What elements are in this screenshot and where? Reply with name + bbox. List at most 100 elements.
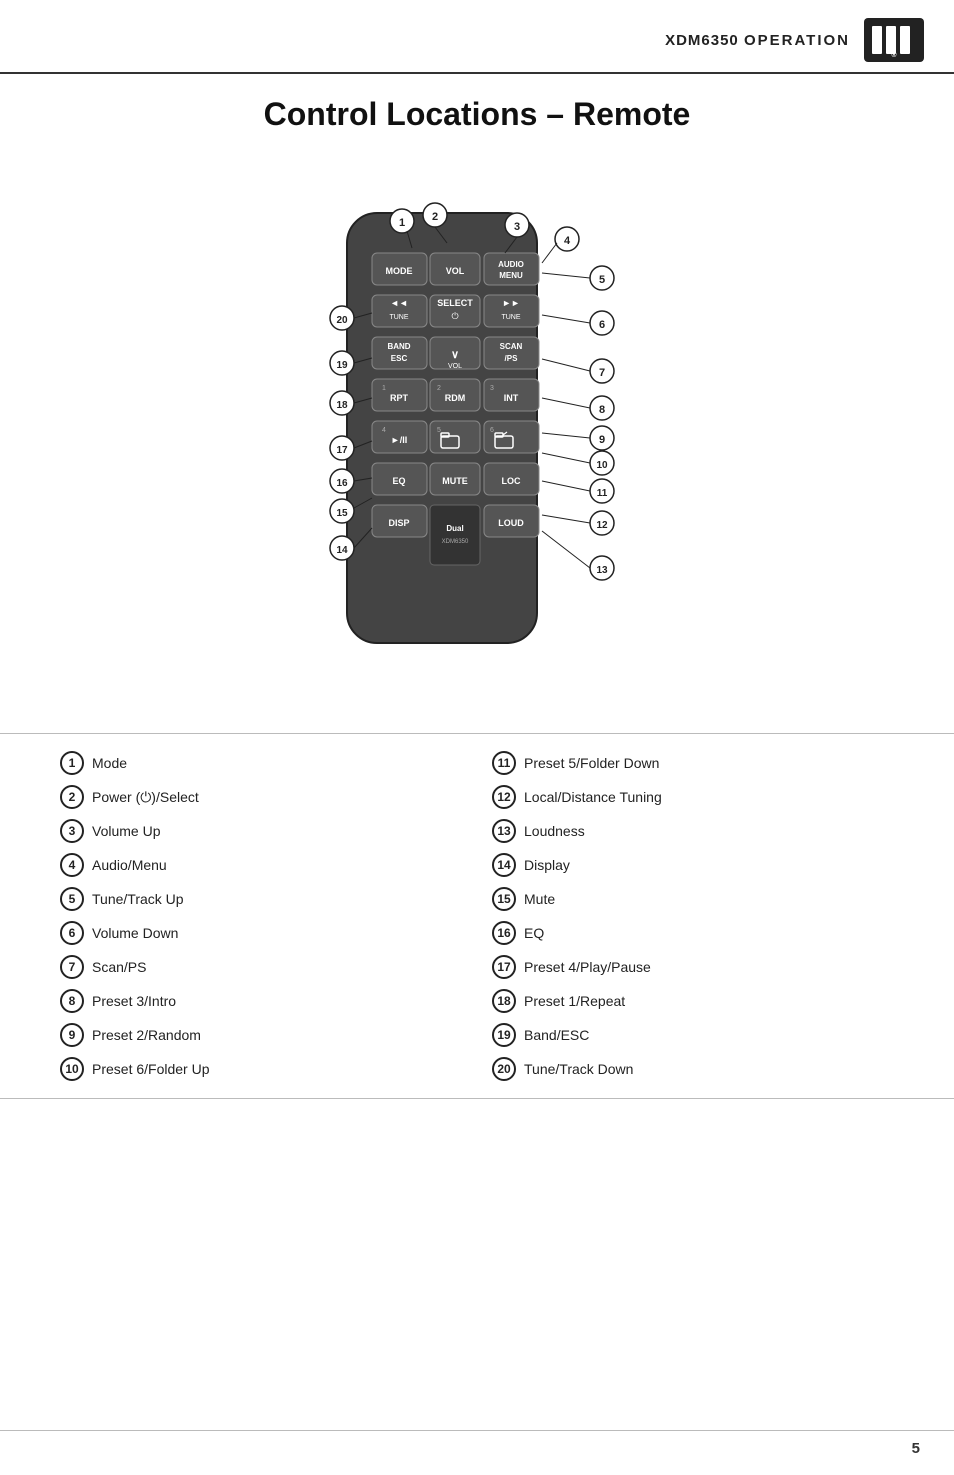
section-name: OPERATION [744, 32, 850, 49]
svg-text:/PS: /PS [505, 354, 519, 363]
svg-text:LOUD: LOUD [498, 518, 524, 528]
svg-text:5: 5 [599, 274, 605, 286]
legend-item: 2Power (⏻)/Select [60, 782, 462, 812]
legend-item: 20 Tune/Track Down [492, 1054, 894, 1084]
svg-text:RDM: RDM [445, 393, 466, 403]
svg-text:Dual: Dual [446, 524, 463, 533]
svg-text:►/II: ►/II [391, 435, 407, 445]
svg-text:2: 2 [437, 385, 441, 392]
legend-num: 8 [60, 989, 84, 1013]
svg-text:19: 19 [336, 360, 348, 371]
legend-label: Volume Down [92, 925, 178, 941]
svg-text:TUNE: TUNE [501, 314, 520, 321]
legend-item: 6Volume Down [60, 918, 462, 948]
svg-text:AUDIO: AUDIO [498, 260, 524, 269]
legend-label: Preset 5/Folder Down [524, 755, 659, 771]
legend-label: Scan/PS [92, 959, 146, 975]
legend: 1 Mode 11 Preset 5/Folder Down 2Power (⏻)/Se… [0, 733, 954, 1099]
legend-label: Preset 4/Play/Pause [524, 959, 651, 975]
legend-label: Tune/Track Down [524, 1061, 633, 1077]
footer-line [0, 1430, 954, 1432]
legend-label: Band/ESC [524, 1027, 589, 1043]
svg-text:5: 5 [437, 427, 441, 434]
legend-item: 11 Preset 5/Folder Down [492, 748, 894, 778]
svg-text:13: 13 [596, 565, 608, 576]
legend-label: Preset 3/Intro [92, 993, 176, 1009]
svg-text:SCAN: SCAN [500, 342, 523, 351]
svg-text:14: 14 [336, 545, 348, 556]
svg-text:MUTE: MUTE [442, 476, 468, 486]
svg-text:8: 8 [599, 404, 605, 416]
svg-text:®: ® [891, 51, 897, 59]
legend-num: 15 [492, 887, 516, 911]
legend-item: 19 Band/ESC [492, 1020, 894, 1050]
svg-text:SELECT: SELECT [437, 298, 473, 308]
legend-item: 12 Local/Distance Tuning [492, 782, 894, 812]
legend-num: 1 [60, 751, 84, 775]
svg-text:9: 9 [599, 434, 605, 446]
legend-item: 16 EQ [492, 918, 894, 948]
remote-svg: MODE VOL AUDIO MENU ◄◄ TUNE SELECT ⏻ ►► … [187, 153, 767, 723]
legend-item: 8 Preset 3/Intro [60, 986, 462, 1016]
svg-text:RPT: RPT [390, 393, 409, 403]
svg-text:INT: INT [504, 393, 519, 403]
legend-item: 18Preset 1/Repeat [492, 986, 894, 1016]
legend-num: 10 [60, 1057, 84, 1081]
legend-num: 11 [492, 751, 516, 775]
legend-item: 14Display [492, 850, 894, 880]
legend-num: 20 [492, 1057, 516, 1081]
legend-num: 13 [492, 819, 516, 843]
svg-text:3: 3 [490, 385, 494, 392]
legend-num: 19 [492, 1023, 516, 1047]
svg-text:∨: ∨ [451, 349, 459, 361]
legend-num: 9 [60, 1023, 84, 1047]
legend-num: 2 [60, 785, 84, 809]
svg-text:6: 6 [599, 319, 605, 331]
legend-item: 3 Volume Up [60, 816, 462, 846]
legend-label: Mode [92, 755, 127, 771]
legend-num: 12 [492, 785, 516, 809]
svg-text:LOC: LOC [502, 476, 521, 486]
header-title: XDM6350 OPERATION [665, 32, 850, 49]
svg-text:3: 3 [514, 221, 520, 233]
svg-text:15: 15 [336, 508, 348, 519]
legend-item: 7 Scan/PS [60, 952, 462, 982]
legend-num: 16 [492, 921, 516, 945]
svg-text:EQ: EQ [392, 476, 405, 486]
legend-item: 17 Preset 4/Play/Pause [492, 952, 894, 982]
svg-text:◄◄: ◄◄ [390, 298, 408, 308]
svg-text:4: 4 [564, 235, 571, 247]
legend-item: 5Tune/Track Up [60, 884, 462, 914]
legend-num: 17 [492, 955, 516, 979]
svg-text:BAND: BAND [387, 342, 410, 351]
svg-text:ESC: ESC [391, 354, 408, 363]
legend-label: Volume Up [92, 823, 160, 839]
svg-text:XDM6350: XDM6350 [442, 539, 469, 545]
svg-text:20: 20 [336, 315, 348, 326]
svg-text:►►: ►► [502, 298, 520, 308]
svg-text:16: 16 [336, 478, 348, 489]
legend-item: 9Preset 2/Random [60, 1020, 462, 1050]
legend-item: 1 Mode [60, 748, 462, 778]
legend-label: EQ [524, 925, 544, 941]
svg-text:18: 18 [336, 400, 348, 411]
legend-num: 3 [60, 819, 84, 843]
svg-text:DISP: DISP [388, 518, 409, 528]
legend-label: Tune/Track Up [92, 891, 184, 907]
svg-text:⏻: ⏻ [451, 311, 458, 321]
legend-num: 18 [492, 989, 516, 1013]
svg-text:2: 2 [432, 211, 438, 223]
legend-item: 10Preset 6/Folder Up [60, 1054, 462, 1084]
svg-text:1: 1 [399, 217, 405, 229]
legend-label: Local/Distance Tuning [524, 789, 662, 805]
svg-text:MODE: MODE [386, 266, 413, 276]
svg-text:10: 10 [596, 460, 608, 471]
legend-num: 7 [60, 955, 84, 979]
header: XDM6350 OPERATION ® [0, 0, 954, 74]
legend-label: Audio/Menu [92, 857, 167, 873]
svg-text:17: 17 [336, 445, 348, 456]
legend-label: Mute [524, 891, 555, 907]
legend-item: 13Loudness [492, 816, 894, 846]
svg-text:4: 4 [382, 427, 386, 434]
page-number: 5 [912, 1440, 920, 1457]
